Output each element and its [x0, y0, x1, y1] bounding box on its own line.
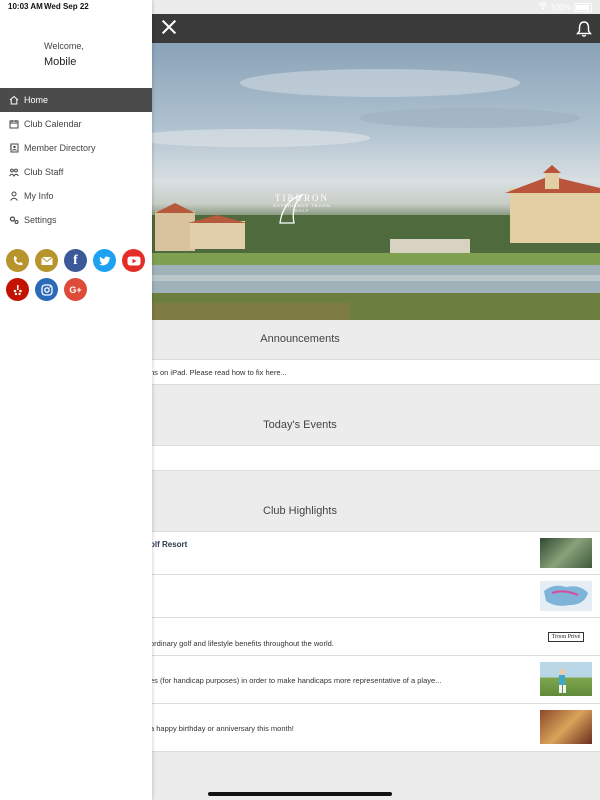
menu-item-club-calendar[interactable]: Club Calendar	[0, 112, 152, 136]
menu-item-label: Settings	[24, 215, 57, 225]
calendar-icon	[9, 119, 19, 129]
home-icon	[9, 95, 19, 105]
menu-item-label: Club Calendar	[24, 119, 82, 129]
status-time: 10:03 AM	[8, 2, 43, 11]
yelp-icon[interactable]	[6, 278, 29, 301]
menu-item-my-info[interactable]: My Info	[0, 184, 152, 208]
email-icon[interactable]	[35, 249, 58, 272]
menu-item-label: My Info	[24, 191, 54, 201]
highlight-thumbnail	[540, 538, 592, 568]
club-logo: TIBURON EXPERIENCE TROON GOLF	[272, 193, 332, 224]
announcement-text: ns on iPad. Please read how to fix here.…	[150, 368, 287, 377]
menu-item-club-staff[interactable]: Club Staff	[0, 160, 152, 184]
twitter-icon[interactable]	[93, 249, 116, 272]
close-menu-icon[interactable]	[160, 18, 178, 36]
youtube-icon[interactable]	[122, 249, 145, 272]
menu-item-member-directory[interactable]: Member Directory	[0, 136, 152, 160]
phone-icon[interactable]	[6, 249, 29, 272]
wifi-icon	[538, 2, 548, 12]
side-drawer: Welcome, Mobile Home Club Calendar Membe…	[0, 0, 152, 800]
menu-item-label: Club Staff	[24, 167, 64, 177]
home-indicator[interactable]	[208, 792, 392, 796]
menu-item-home[interactable]: Home	[0, 88, 152, 112]
social-links: f G+	[6, 249, 151, 301]
address-book-icon	[9, 143, 19, 153]
instagram-icon[interactable]	[35, 278, 58, 301]
highlight-text: a happy birthday or anniversary this mon…	[150, 724, 294, 733]
battery-icon	[574, 2, 592, 12]
notifications-bell-icon[interactable]	[576, 20, 596, 38]
gears-icon	[9, 215, 19, 225]
facebook-icon[interactable]: f	[64, 249, 87, 272]
highlight-thumbnail	[540, 710, 592, 744]
thumbnail-logo-text: Troon Privé	[547, 632, 585, 642]
highlight-text: es (for handicap purposes) in order to m…	[150, 676, 442, 685]
menu-item-label: Home	[24, 95, 49, 105]
menu-item-label: Member Directory	[24, 143, 96, 153]
menu-item-settings[interactable]: Settings	[0, 208, 152, 232]
highlight-thumbnail	[540, 581, 592, 611]
battery-percent: 100%	[550, 2, 571, 12]
highlight-text: ordinary golf and lifestyle benefits thr…	[150, 639, 334, 648]
highlight-title: olf Resort	[150, 540, 188, 549]
welcome-label: Welcome,	[44, 41, 84, 51]
highlight-thumbnail: Troon Privé	[540, 622, 592, 652]
user-icon	[9, 191, 19, 201]
status-date: Wed Sep 22	[44, 2, 89, 11]
username: Mobile	[44, 56, 77, 68]
drawer-menu: Home Club Calendar Member Directory Club…	[0, 88, 152, 232]
highlight-thumbnail	[540, 662, 592, 696]
status-bar: 10:03 AM Wed Sep 22 100%	[0, 0, 600, 14]
staff-icon	[9, 167, 19, 177]
google-plus-icon[interactable]: G+	[64, 278, 87, 301]
